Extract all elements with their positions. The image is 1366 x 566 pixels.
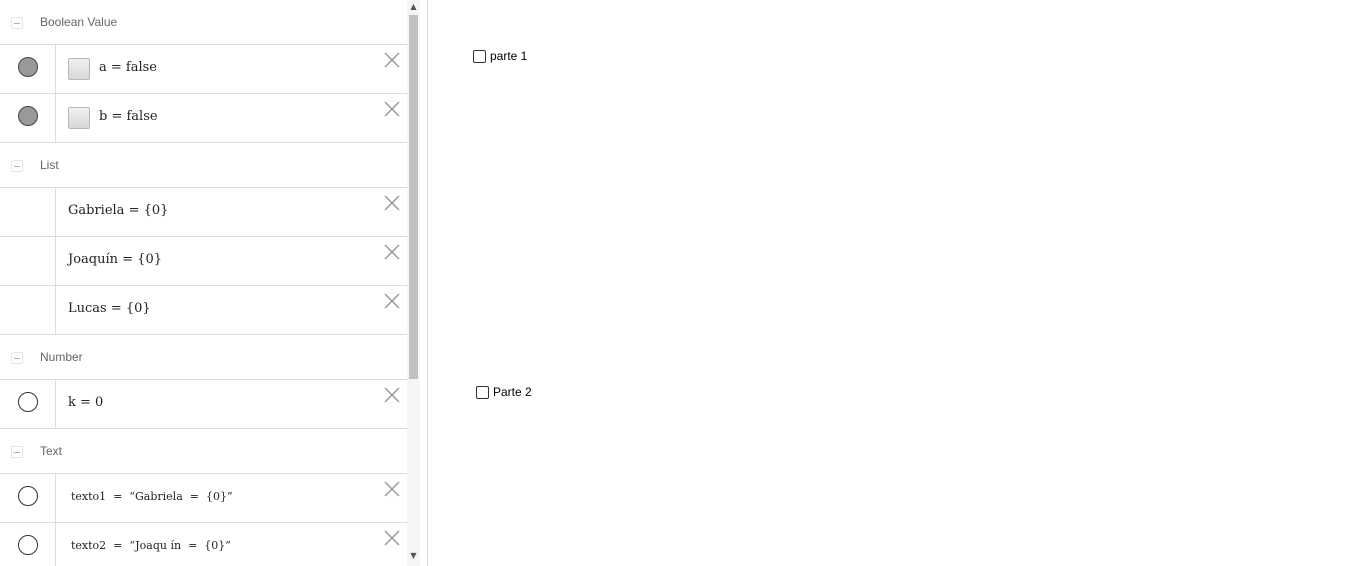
delete-icon[interactable] — [383, 480, 401, 498]
collapse-icon[interactable] — [11, 17, 23, 29]
algebra-row-texto1[interactable]: texto1 = “Gabriela = {0}” — [0, 474, 407, 523]
collapse-icon[interactable] — [11, 446, 23, 458]
group-label: Number — [40, 350, 83, 364]
delete-icon[interactable] — [383, 194, 401, 212]
algebra-row-b[interactable]: b = false — [0, 94, 407, 143]
checkbox-parte-1[interactable]: parte 1 — [473, 49, 527, 63]
boolean-checkbox[interactable] — [68, 58, 90, 80]
collapse-icon[interactable] — [11, 352, 23, 364]
group-label: List — [40, 158, 59, 172]
expression-text[interactable]: Lucas = {0} — [68, 301, 151, 316]
visibility-marble-icon[interactable] — [18, 106, 38, 126]
marble-column — [0, 380, 56, 428]
visibility-marble-icon[interactable] — [18, 486, 38, 506]
group-label: Text — [40, 444, 63, 458]
visibility-marble-icon[interactable] — [18, 535, 38, 555]
boolean-checkbox[interactable] — [68, 107, 90, 129]
marble-column — [0, 188, 56, 236]
delete-icon[interactable] — [383, 243, 401, 261]
delete-icon[interactable] — [383, 529, 401, 547]
algebra-row-lucas[interactable]: Lucas = {0} — [0, 286, 407, 335]
collapse-icon[interactable] — [11, 160, 23, 172]
algebra-row-texto2[interactable]: texto2 = “Joaqu ín = {0}” — [0, 523, 407, 566]
algebra-view: Boolean Value a = false b = false List G… — [0, 0, 407, 566]
checkbox-parte-2[interactable]: Parte 2 — [476, 385, 532, 399]
algebra-row-joaquin[interactable]: Joaquín = {0} — [0, 237, 407, 286]
expression-text[interactable]: b = false — [99, 109, 158, 124]
checkbox-label[interactable]: parte 1 — [490, 49, 527, 63]
checkbox-box[interactable] — [473, 49, 486, 63]
marble-column — [0, 474, 56, 522]
expression-text[interactable]: texto1 = “Gabriela = {0}” — [71, 490, 233, 503]
expression-text[interactable]: a = false — [99, 60, 157, 75]
algebra-row-gabriela[interactable]: Gabriela = {0} — [0, 188, 407, 237]
checkbox-box[interactable] — [476, 385, 489, 399]
expression-text[interactable]: Gabriela = {0} — [68, 203, 168, 218]
marble-column — [0, 237, 56, 285]
algebra-row-a[interactable]: a = false — [0, 45, 407, 94]
scroll-down-arrow-icon[interactable]: ▼ — [407, 549, 420, 563]
group-header-boolean: Boolean Value — [0, 0, 407, 45]
graphics-view[interactable]: parte 1 Parte 2 — [428, 0, 1366, 566]
delete-icon[interactable] — [383, 100, 401, 118]
algebra-row-k[interactable]: k = 0 — [0, 380, 407, 429]
group-header-list: List — [0, 143, 407, 188]
group-header-text: Text — [0, 429, 407, 474]
group-header-number: Number — [0, 335, 407, 380]
visibility-marble-icon[interactable] — [18, 57, 38, 77]
delete-icon[interactable] — [383, 51, 401, 69]
checkbox-label[interactable]: Parte 2 — [493, 385, 532, 399]
scroll-thumb[interactable] — [409, 15, 418, 379]
marble-column — [0, 94, 56, 142]
expression-text[interactable]: k = 0 — [68, 395, 103, 410]
marble-column — [0, 45, 56, 93]
expression-text[interactable]: Joaquín = {0} — [68, 252, 162, 267]
delete-icon[interactable] — [383, 292, 401, 310]
delete-icon[interactable] — [383, 386, 401, 404]
algebra-scrollbar[interactable]: ▲ ▼ — [407, 0, 420, 566]
expression-text[interactable]: texto2 = “Joaqu ín = {0}” — [71, 539, 231, 552]
scroll-up-arrow-icon[interactable]: ▲ — [407, 0, 420, 14]
geogebra-app: Boolean Value a = false b = false List G… — [0, 0, 1366, 566]
marble-column — [0, 286, 56, 334]
marble-column — [0, 523, 56, 566]
visibility-marble-icon[interactable] — [18, 392, 38, 412]
group-label: Boolean Value — [40, 15, 118, 29]
